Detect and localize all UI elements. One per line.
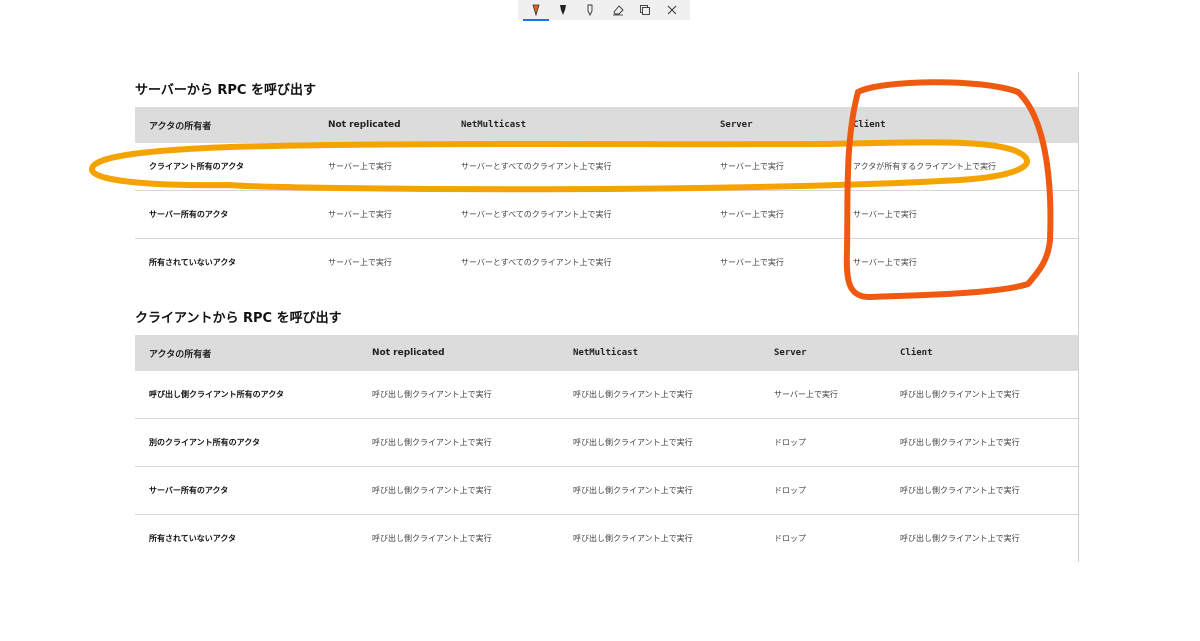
- table-row: クライアント所有のアクタ サーバー上で実行 サーバーとすべてのクライアント上で実…: [135, 143, 1078, 191]
- table-cell: 呼び出し側クライアント上で実行: [559, 418, 760, 467]
- owner-cell: 別のクライアント所有のアクタ: [135, 418, 358, 467]
- table-cell: ドロップ: [760, 466, 886, 515]
- owner-cell: 呼び出し側クライアント所有のアクタ: [135, 371, 358, 419]
- table-cell: ドロップ: [760, 418, 886, 467]
- table-cell: サーバー上で実行: [328, 258, 392, 267]
- column-header-owner: アクタの所有者: [135, 107, 314, 143]
- table-cell: サーバー上で実行: [706, 143, 839, 191]
- owner-cell: 所有されていないアクタ: [149, 534, 237, 543]
- table-cell: 呼び出し側クライアント上で実行: [886, 371, 1078, 419]
- table-cell: 呼び出し側クライアント上で実行: [358, 371, 559, 419]
- table-row: 所有されていないアクタ 呼び出し側クライアント上で実行 呼び出し側クライアント上…: [135, 515, 1078, 563]
- table-row: 別のクライアント所有のアクタ 呼び出し側クライアント上で実行 呼び出し側クライア…: [135, 418, 1078, 467]
- highlighter-icon[interactable]: [552, 1, 574, 19]
- column-header-netmulticast: NetMulticast: [447, 107, 706, 143]
- column-header-server: Server: [706, 107, 839, 143]
- table-cell: サーバーとすべてのクライアント上で実行: [447, 190, 706, 239]
- column-header-not-replicated: Not replicated: [358, 335, 559, 371]
- owner-cell: 所有されていないアクタ: [149, 258, 237, 267]
- column-header-netmulticast: NetMulticast: [559, 335, 760, 371]
- table-header-row: アクタの所有者 Not replicated NetMulticast Serv…: [135, 107, 1078, 143]
- table-cell: サーバー上で実行: [314, 143, 447, 191]
- table-cell: 呼び出し側クライアント上で実行: [900, 534, 1020, 543]
- table-header-row: アクタの所有者 Not replicated NetMulticast Serv…: [135, 335, 1078, 371]
- ink-toolbar: [518, 0, 690, 21]
- table-cell: 呼び出し側クライアント上で実行: [358, 466, 559, 515]
- column-header-not-replicated: Not replicated: [314, 107, 447, 143]
- table-cell: 呼び出し側クライアント上で実行: [886, 418, 1078, 467]
- pencil-icon[interactable]: [579, 1, 601, 19]
- owner-cell: サーバー所有のアクタ: [135, 466, 358, 515]
- server-section-title: サーバーから RPC を呼び出す: [135, 83, 317, 98]
- table-cell: サーバー上で実行: [706, 190, 839, 239]
- table-row: サーバー所有のアクタ 呼び出し側クライアント上で実行 呼び出し側クライアント上で…: [135, 466, 1078, 515]
- table-cell: アクタが所有するクライアント上で実行: [839, 143, 1078, 191]
- table-cell: サーバーとすべてのクライアント上で実行: [447, 143, 706, 191]
- server-rpc-table: アクタの所有者 Not replicated NetMulticast Serv…: [135, 107, 1078, 286]
- table-row: 呼び出し側クライアント所有のアクタ 呼び出し側クライアント上で実行 呼び出し側ク…: [135, 371, 1078, 419]
- table-cell: 呼び出し側クライアント上で実行: [559, 371, 760, 419]
- copy-icon[interactable]: [634, 1, 656, 19]
- table-cell: 呼び出し側クライアント上で実行: [886, 466, 1078, 515]
- table-cell: サーバー上で実行: [314, 190, 447, 239]
- column-header-client: Client: [839, 107, 1078, 143]
- table-cell: 呼び出し側クライアント上で実行: [559, 466, 760, 515]
- column-header-owner: アクタの所有者: [135, 335, 358, 371]
- table-cell: サーバーとすべてのクライアント上で実行: [461, 258, 612, 267]
- table-cell: サーバー上で実行: [839, 190, 1078, 239]
- table-cell: 呼び出し側クライアント上で実行: [372, 534, 492, 543]
- content-border: [1078, 72, 1079, 562]
- column-header-client: Client: [886, 335, 1078, 371]
- pen-icon[interactable]: [522, 1, 549, 21]
- table-cell: サーバー上で実行: [720, 258, 784, 267]
- eraser-icon[interactable]: [607, 1, 629, 19]
- client-section-title: クライアントから RPC を呼び出す: [135, 311, 342, 326]
- close-icon[interactable]: [661, 1, 683, 19]
- table-cell: サーバー上で実行: [853, 258, 917, 267]
- table-cell: 呼び出し側クライアント上で実行: [358, 418, 559, 467]
- table-cell: 呼び出し側クライアント上で実行: [573, 534, 693, 543]
- client-rpc-table: アクタの所有者 Not replicated NetMulticast Serv…: [135, 335, 1078, 562]
- owner-cell: クライアント所有のアクタ: [135, 143, 314, 191]
- column-header-server: Server: [760, 335, 886, 371]
- table-row: 所有されていないアクタ サーバー上で実行 サーバーとすべてのクライアント上で実行…: [135, 239, 1078, 287]
- table-row: サーバー所有のアクタ サーバー上で実行 サーバーとすべてのクライアント上で実行 …: [135, 190, 1078, 239]
- owner-cell: サーバー所有のアクタ: [135, 190, 314, 239]
- table-cell: ドロップ: [774, 534, 806, 543]
- table-cell: サーバー上で実行: [760, 371, 886, 419]
